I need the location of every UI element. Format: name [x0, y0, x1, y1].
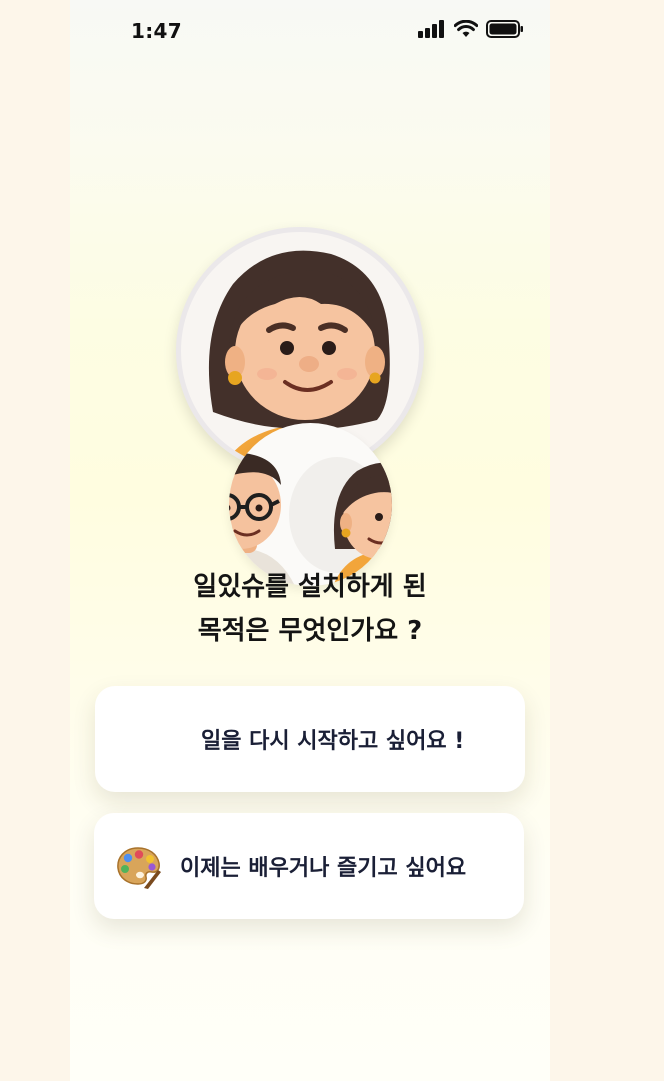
question-title: 일있슈를 설치하게 된 목적은 무엇인가요 ? [70, 565, 550, 653]
option-label: 일을 다시 시작하고 싶어요 ! [201, 729, 465, 754]
question-line-1: 일있슈를 설치하게 된 [193, 572, 427, 602]
status-time: 1:47 [131, 19, 182, 43]
status-bar: 1:47 [70, 0, 550, 64]
option-label: 이제는 배우거나 즐기고 싶어요 [180, 856, 467, 881]
status-icons [418, 20, 524, 38]
cellular-signal-icon [418, 20, 444, 38]
option-restart-work-button[interactable]: 일을 다시 시작하고 싶어요 ! [95, 686, 525, 792]
app-screen: 1:47 일있슈를 설치하게 된 목적은 무엇인가요 ? 일을 다시 시작하고 … [70, 0, 550, 1081]
avatar-secondary [229, 423, 392, 586]
artist-palette-icon [117, 847, 161, 889]
man-with-glasses-avatar [229, 453, 392, 586]
question-line-2: 목적은 무엇인가요 ? [197, 616, 423, 646]
wifi-icon [454, 20, 478, 37]
option-learn-enjoy-button[interactable]: 이제는 배우거나 즐기고 싶어요 [94, 813, 524, 919]
battery-icon [486, 20, 523, 38]
